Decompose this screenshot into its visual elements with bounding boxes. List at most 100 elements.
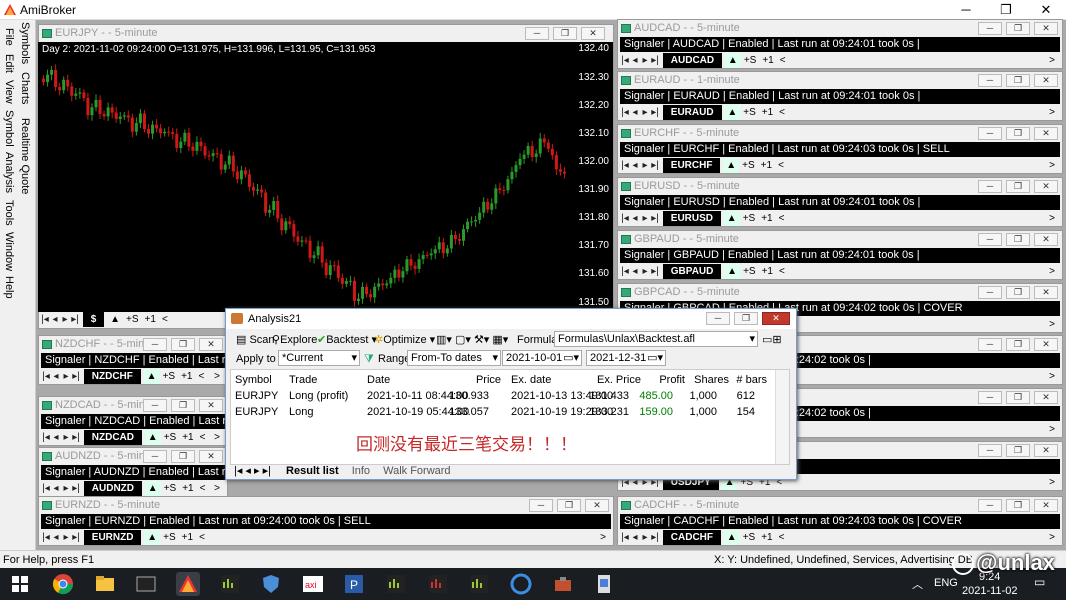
menu-analysis[interactable]: Analysis bbox=[3, 152, 15, 193]
scroll-right-icon[interactable]: > bbox=[1046, 264, 1058, 279]
from-date-field[interactable]: 2021-10-01 ▭▾ bbox=[502, 350, 582, 366]
close-button[interactable]: ✕ bbox=[1034, 338, 1058, 351]
scroll-right-icon[interactable]: > bbox=[1046, 530, 1058, 545]
next-icon[interactable]: ▸ bbox=[61, 369, 71, 384]
last-icon[interactable]: ▸| bbox=[650, 53, 660, 68]
prev-icon[interactable]: ◂ bbox=[630, 211, 640, 226]
column-header[interactable]: Price bbox=[476, 374, 501, 386]
analysis-minimize-button[interactable]: ─ bbox=[706, 312, 730, 325]
lock-icon[interactable]: ▲ bbox=[144, 481, 161, 496]
language-indicator[interactable]: ENG bbox=[934, 577, 958, 589]
restore-button[interactable]: ❐ bbox=[1006, 74, 1030, 87]
symbol-tab[interactable]: EURNZD bbox=[83, 530, 142, 545]
formula-select[interactable]: Formulas\Unlax\Backtest.afl ▾ bbox=[554, 331, 758, 347]
scroll-right-icon[interactable]: > bbox=[211, 481, 223, 496]
restore-button[interactable]: ❐ bbox=[171, 338, 195, 351]
sheet-one-button[interactable]: +1 bbox=[759, 105, 776, 120]
minimize-button[interactable]: ─ bbox=[978, 444, 1002, 457]
sheet-add-button[interactable]: +S bbox=[740, 264, 759, 279]
restore-button[interactable]: ❐ bbox=[1006, 391, 1030, 404]
right-window[interactable]: CADCHF - - 5-minute ─ ❐ ✕ Signaler | CAD… bbox=[617, 496, 1063, 546]
right-window[interactable]: AUDCAD - - 5-minute ─ ❐ ✕ Signaler | AUD… bbox=[617, 19, 1063, 69]
last-icon[interactable]: ▸| bbox=[71, 430, 81, 445]
backtest-button[interactable]: ✔Backtest ▾ bbox=[317, 333, 377, 347]
prev-icon[interactable]: ◂ bbox=[630, 105, 640, 120]
swirl-app-icon[interactable] bbox=[509, 572, 533, 596]
last-icon[interactable]: ▸| bbox=[71, 530, 81, 545]
range-select[interactable]: From-To dates ▾ bbox=[407, 350, 501, 366]
restore-button[interactable]: ❐ bbox=[171, 399, 195, 412]
document-icon[interactable] bbox=[592, 572, 616, 596]
close-button[interactable]: ✕ bbox=[199, 338, 223, 351]
table-row[interactable]: EURJPY Long 2021-10-19 05:44:00 133.057 2021… bbox=[231, 406, 777, 422]
next-icon[interactable]: ▸ bbox=[640, 158, 650, 173]
close-button[interactable]: ✕ bbox=[1034, 286, 1058, 299]
sheet-one-button[interactable]: +1 bbox=[142, 312, 159, 327]
first-icon[interactable]: |◂ bbox=[41, 369, 51, 384]
first-icon[interactable]: |◂ bbox=[40, 312, 50, 327]
p-app-icon[interactable]: P bbox=[342, 572, 366, 596]
sheet-add-button[interactable]: +S bbox=[160, 530, 179, 545]
table-row[interactable]: EURJPY Long (profit) 2021-10-11 08:44:00 13… bbox=[231, 390, 777, 406]
sheet-add-button[interactable]: +S bbox=[160, 369, 179, 384]
symbol-tab[interactable]: AUDNZD bbox=[83, 481, 142, 496]
amibroker-taskbar-icon[interactable] bbox=[176, 572, 200, 596]
minimize-button[interactable]: ─ bbox=[143, 338, 167, 351]
right-window[interactable]: EURAUD - - 1-minute ─ ❐ ✕ Signaler | EUR… bbox=[617, 71, 1063, 121]
scroll-left-icon[interactable]: < bbox=[159, 312, 171, 327]
metatrader-icon-3[interactable] bbox=[426, 572, 450, 596]
results-scrollbar[interactable] bbox=[775, 370, 789, 464]
first-icon[interactable]: |◂ bbox=[41, 481, 51, 496]
prev-icon[interactable]: ◂ bbox=[51, 481, 61, 496]
next-icon[interactable]: ▸ bbox=[640, 105, 650, 120]
first-icon[interactable]: |◂ bbox=[41, 530, 51, 545]
minimize-button[interactable]: ─ bbox=[978, 499, 1002, 512]
sheet-one-button[interactable]: +1 bbox=[759, 53, 776, 68]
prev-icon[interactable]: ◂ bbox=[630, 530, 640, 545]
prev-icon[interactable]: ◂ bbox=[50, 312, 60, 327]
sheet-one-button[interactable]: +1 bbox=[758, 158, 775, 173]
clock-date[interactable]: 2021-11-02 bbox=[962, 585, 1017, 597]
right-window[interactable]: EURCHF - - 5-minute ─ ❐ ✕ Signaler | EUR… bbox=[617, 124, 1063, 174]
scroll-right-icon[interactable]: > bbox=[1046, 317, 1058, 332]
prev-icon[interactable]: ◂ bbox=[51, 430, 61, 445]
minimize-button[interactable]: ─ bbox=[946, 0, 986, 20]
prev-icon[interactable]: ◂ bbox=[51, 369, 61, 384]
last-icon[interactable]: ▸| bbox=[71, 369, 81, 384]
right-window[interactable]: EURUSD - - 5-minute ─ ❐ ✕ Signaler | EUR… bbox=[617, 177, 1063, 227]
formula-open-icon[interactable]: ▭⊞ bbox=[762, 333, 782, 347]
menu-edit[interactable]: Edit bbox=[3, 54, 15, 73]
scroll-left-icon[interactable]: < bbox=[197, 430, 209, 445]
last-icon[interactable]: ▸| bbox=[70, 312, 80, 327]
filter-icon[interactable]: ⧩ bbox=[364, 352, 374, 366]
chrome-icon[interactable] bbox=[51, 572, 75, 596]
sheet-one-button[interactable]: +1 bbox=[178, 369, 195, 384]
next-icon[interactable]: ▸ bbox=[640, 211, 650, 226]
sheet-one-button[interactable]: +1 bbox=[179, 481, 196, 496]
restore-button[interactable]: ❐ bbox=[1006, 127, 1030, 140]
close-button[interactable]: ✕ bbox=[581, 27, 605, 40]
scroll-right-icon[interactable]: > bbox=[1046, 422, 1058, 437]
scroll-left-icon[interactable]: < bbox=[775, 158, 787, 173]
tab-realtime-quote[interactable]: Realtime Quote bbox=[19, 118, 31, 194]
scroll-right-icon[interactable]: > bbox=[1046, 158, 1058, 173]
file-explorer-icon[interactable] bbox=[93, 572, 117, 596]
restore-button[interactable]: ❐ bbox=[1006, 338, 1030, 351]
prev-icon[interactable]: ◂ bbox=[630, 158, 640, 173]
scan-button[interactable]: ▤ Scan bbox=[236, 333, 275, 347]
scroll-left-icon[interactable]: < bbox=[196, 530, 208, 545]
restore-button[interactable]: ❐ bbox=[1006, 233, 1030, 246]
minimize-button[interactable]: ─ bbox=[978, 127, 1002, 140]
lock-icon[interactable]: ▲ bbox=[107, 312, 123, 327]
scroll-right-icon[interactable]: > bbox=[1046, 211, 1058, 226]
minimize-button[interactable]: ─ bbox=[143, 450, 167, 463]
column-header[interactable]: # bars bbox=[736, 374, 767, 386]
prev-icon[interactable]: ◂ bbox=[630, 53, 640, 68]
first-icon[interactable]: |◂ bbox=[620, 211, 630, 226]
notification-icon[interactable]: ▭ bbox=[1034, 575, 1045, 589]
minimize-button[interactable]: ─ bbox=[143, 399, 167, 412]
terminal-icon[interactable] bbox=[134, 572, 158, 596]
menu-help[interactable]: Help bbox=[3, 276, 15, 299]
minimize-button[interactable]: ─ bbox=[978, 233, 1002, 246]
next-icon[interactable]: ▸ bbox=[61, 530, 71, 545]
